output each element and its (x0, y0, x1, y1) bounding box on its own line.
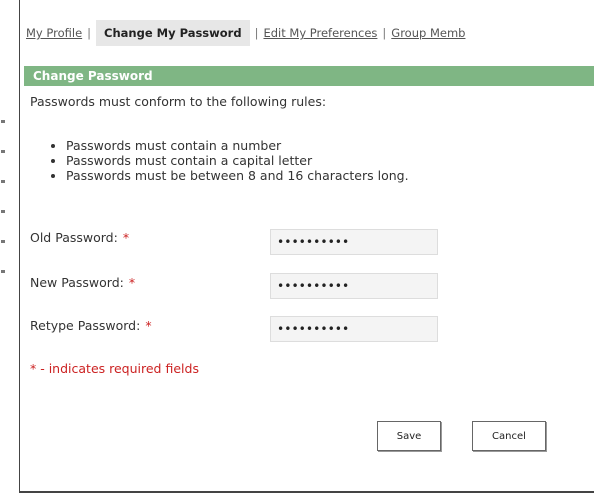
retype-password-input[interactable] (270, 316, 438, 342)
required-asterisk: * (122, 230, 130, 245)
password-rule: Passwords must be between 8 and 16 chara… (66, 168, 409, 183)
required-asterisk: * (145, 318, 152, 333)
password-rules-intro: Passwords must conform to the following … (30, 94, 327, 109)
required-asterisk: * (128, 275, 136, 290)
tab-change-my-password[interactable]: Change My Password (96, 20, 250, 46)
new-password-label: New Password: * (30, 275, 135, 290)
page-frame-left-border (19, 0, 20, 493)
old-password-label: Old Password: * (30, 230, 129, 245)
password-rule: Passwords must contain a capital letter (66, 153, 409, 168)
retype-password-label-text: Retype Password: (30, 318, 141, 333)
tab-separator: | (382, 26, 387, 40)
tab-group-membership[interactable]: Group Memb (391, 26, 465, 40)
section-title: Change Password (24, 66, 594, 86)
cancel-button[interactable]: Cancel (472, 421, 546, 451)
password-rules-list: Passwords must contain a number Password… (48, 138, 409, 183)
tab-separator: | (87, 26, 92, 40)
required-fields-note: * - indicates required fields (30, 361, 199, 376)
retype-password-label: Retype Password: * (30, 318, 152, 333)
password-rule: Passwords must contain a number (66, 138, 409, 153)
tab-my-profile[interactable]: My Profile (26, 26, 82, 40)
old-password-label-text: Old Password: (30, 230, 118, 245)
save-button[interactable]: Save (377, 421, 441, 451)
side-decoration (0, 110, 6, 310)
tab-separator: | (254, 26, 259, 40)
new-password-input[interactable] (270, 273, 438, 299)
old-password-input[interactable] (270, 229, 438, 255)
new-password-label-text: New Password: (30, 275, 124, 290)
profile-tabs: My Profile | Change My Password | Edit My Pr… (26, 20, 594, 46)
tab-edit-my-preferences[interactable]: Edit My Preferences (263, 26, 377, 40)
